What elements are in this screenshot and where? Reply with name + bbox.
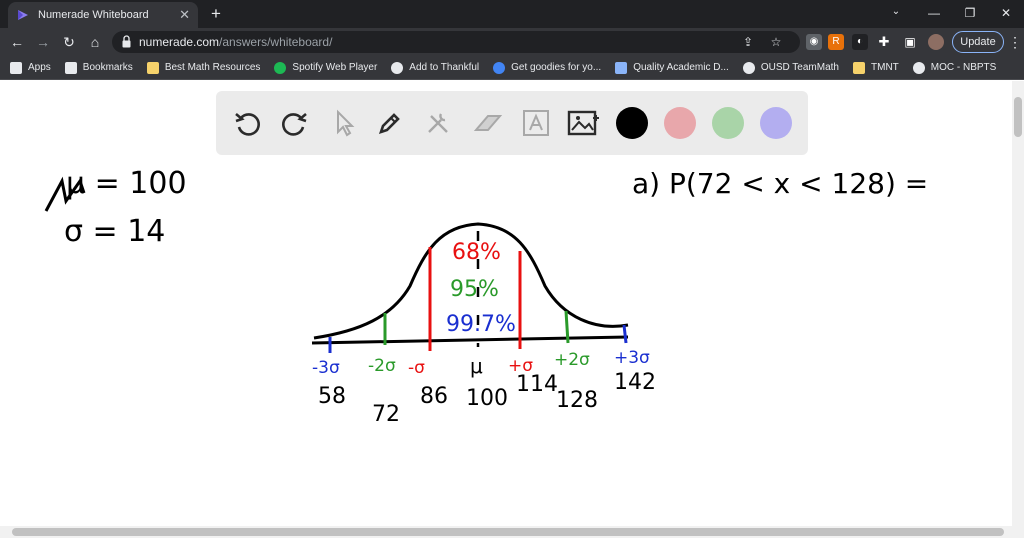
value-142: 142 xyxy=(614,370,656,395)
bookmark-star-icon[interactable]: ☆ xyxy=(768,34,784,50)
numerade-logo-icon xyxy=(18,10,28,20)
folder-icon xyxy=(146,61,159,74)
doc-icon xyxy=(615,61,628,74)
bookmarks-bar: Apps Bookmarks Best Math Resources Spotify … xyxy=(0,56,1024,80)
url-path: /answers/whiteboard/ xyxy=(219,35,333,49)
bookmark-item[interactable]: TMNT xyxy=(853,61,899,74)
bookmark-item[interactable]: MOC - NBPTS xyxy=(912,61,997,74)
mark-minus-2sigma: -2σ xyxy=(368,356,396,376)
new-tab-button[interactable]: + xyxy=(206,4,226,24)
bookmark-item[interactable]: Spotify Web Player xyxy=(274,61,378,74)
chrome-icon xyxy=(493,61,506,74)
given-mu: μ = 100 xyxy=(66,166,187,201)
globe-icon xyxy=(742,61,755,74)
handwriting-layer: μ = 100 σ = 14 a) P(72 < x < 128) = 68% … xyxy=(44,166,928,427)
address-bar[interactable]: numerade.com/answers/whiteboard/ ⇪ ☆ xyxy=(112,31,800,53)
bookmark-label: TMNT xyxy=(871,62,899,73)
spotify-icon xyxy=(274,61,287,74)
bookmark-label: Apps xyxy=(28,62,51,73)
url-domain: numerade.com xyxy=(139,35,220,49)
line-plus-3sigma xyxy=(622,324,628,344)
restore-button[interactable]: ❐ xyxy=(952,0,988,28)
tab-search-icon[interactable]: ⌄ xyxy=(888,6,904,20)
bookmark-item[interactable]: Best Math Resources xyxy=(146,61,261,74)
browser-toolbar: ← → ↻ ⌂ numerade.com/answers/whiteboard/… xyxy=(0,28,1024,56)
menu-kebab-icon[interactable]: ⋮ xyxy=(1008,33,1022,51)
extension-3-icon[interactable]: ◐ xyxy=(852,34,868,50)
pct-68: 68% xyxy=(452,240,501,265)
value-86: 86 xyxy=(420,384,448,409)
x-axis xyxy=(311,335,629,345)
bookmark-label: Spotify Web Player xyxy=(292,62,378,73)
bookmark-label: Get goodies for yo... xyxy=(511,62,602,73)
apps-grid-icon xyxy=(10,61,22,74)
question-a: a) P(72 < x < 128) = xyxy=(632,167,928,200)
pct-997: 99.7% xyxy=(446,312,516,337)
home-button[interactable]: ⌂ xyxy=(84,32,106,52)
back-button[interactable]: ← xyxy=(6,32,28,52)
horizontal-scroll-thumb[interactable] xyxy=(12,528,1004,536)
value-72: 72 xyxy=(372,402,400,427)
bookmark-label: MOC - NBPTS xyxy=(930,62,997,73)
reload-button[interactable]: ↻ xyxy=(58,32,80,52)
extension-2-icon[interactable]: R xyxy=(828,34,844,50)
bookmark-item[interactable]: Get goodies for yo... xyxy=(493,61,602,74)
globe-icon xyxy=(391,61,404,74)
bookmark-label: Best Math Resources xyxy=(164,62,261,73)
mark-minus-3sigma: -3σ xyxy=(312,358,340,378)
value-128: 128 xyxy=(556,388,598,413)
mark-minus-sigma: -σ xyxy=(408,358,425,378)
vertical-scroll-thumb[interactable] xyxy=(1014,97,1022,137)
tab-title: Numerade Whiteboard xyxy=(38,9,149,21)
bookmark-label: Quality Academic D... xyxy=(633,62,729,73)
bookmark-item[interactable]: Apps xyxy=(10,61,51,74)
bookmark-label: Bookmarks xyxy=(82,62,133,73)
line-plus-2sigma xyxy=(564,310,570,344)
tab-close-icon[interactable]: ✕ xyxy=(179,7,190,23)
side-panel-icon[interactable]: ▣ xyxy=(902,34,918,50)
bookmark-label: Add to Thankful xyxy=(409,62,480,73)
vertical-scrollbar[interactable] xyxy=(1012,81,1024,526)
pct-95: 95% xyxy=(450,277,499,302)
lock-icon xyxy=(122,35,131,48)
value-58: 58 xyxy=(318,384,346,409)
bookmark-item[interactable]: Bookmarks xyxy=(64,61,133,74)
bookmark-label: OUSD TeamMath xyxy=(760,62,839,73)
horizontal-scrollbar[interactable] xyxy=(0,526,1024,538)
mark-plus-3sigma: +3σ xyxy=(614,348,650,368)
bookmark-item[interactable]: Add to Thankful xyxy=(391,61,480,74)
profile-avatar[interactable] xyxy=(928,34,944,50)
update-button[interactable]: Update xyxy=(952,31,1004,53)
title-bar: Numerade Whiteboard ✕ + ⌄ — ❐ ✕ xyxy=(0,0,1024,28)
close-window-button[interactable]: ✕ xyxy=(988,0,1024,28)
folder-icon xyxy=(853,61,865,74)
star-icon xyxy=(64,61,77,74)
value-114: 114 xyxy=(516,372,558,397)
wordpress-icon xyxy=(912,61,925,74)
minimize-button[interactable]: — xyxy=(916,0,952,28)
mark-plus-2sigma: +2σ xyxy=(554,350,590,370)
given-sigma: σ = 14 xyxy=(64,214,165,249)
share-icon[interactable]: ⇪ xyxy=(740,34,756,50)
url-text: numerade.com/answers/whiteboard/ xyxy=(139,35,332,49)
forward-button[interactable]: → xyxy=(32,32,54,52)
extensions-puzzle-icon[interactable]: ✚ xyxy=(876,34,892,50)
bookmark-item[interactable]: Quality Academic D... xyxy=(615,61,729,74)
mark-mu: μ xyxy=(470,354,483,378)
bookmark-item[interactable]: OUSD TeamMath xyxy=(742,61,839,74)
value-100: 100 xyxy=(466,386,508,411)
extension-1-icon[interactable]: ◉ xyxy=(806,34,822,50)
browser-tab[interactable]: Numerade Whiteboard ✕ xyxy=(8,2,198,28)
